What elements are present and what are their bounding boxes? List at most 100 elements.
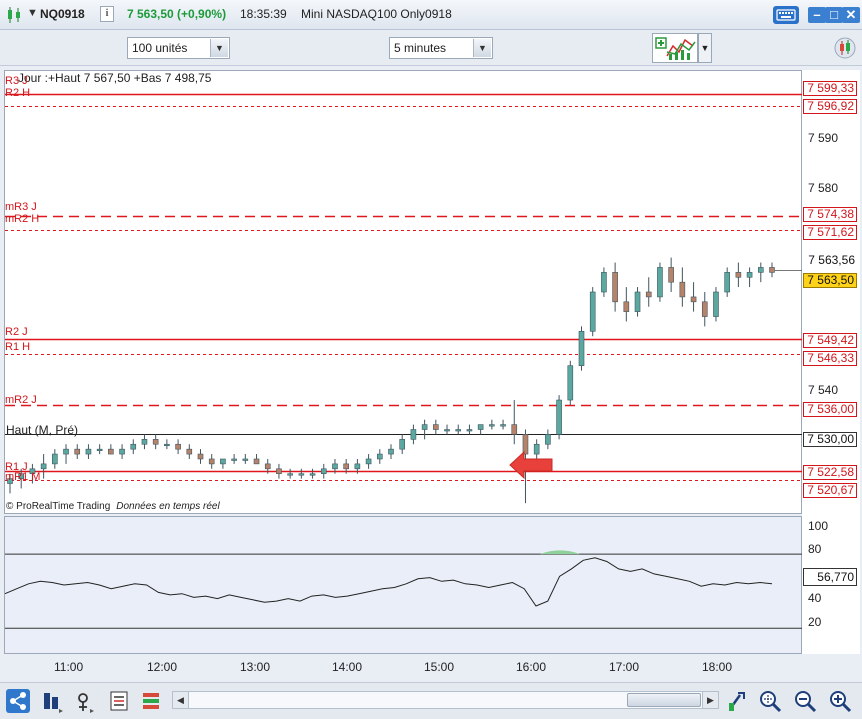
time-tick: 13:00: [240, 660, 271, 674]
chart-canvas: [4, 93, 802, 629]
ind-tick-20: 20: [808, 615, 822, 629]
candle-body: [197, 453, 204, 460]
copyright-text: © ProRealTime Trading: [6, 501, 111, 512]
candle-body: [175, 443, 181, 450]
candle-body: [152, 439, 159, 445]
candle-body: [578, 330, 585, 366]
candle-body: [623, 301, 630, 312]
candle-body: [455, 429, 462, 432]
horizontal-scrollbar[interactable]: ◀ ▶: [172, 691, 719, 709]
candle-body: [208, 458, 215, 465]
candle-body: [96, 448, 103, 451]
ind-tick-80: 80: [808, 542, 822, 556]
time-tick: 17:00: [609, 660, 640, 674]
candle-body: [231, 458, 237, 461]
candle-body: [601, 272, 607, 293]
candle-body: [388, 448, 394, 455]
annotation-arrow: [509, 450, 553, 480]
candle-body: [645, 291, 652, 298]
candle-body: [500, 424, 506, 427]
candle-body: [52, 453, 58, 465]
y-tick-7590: 7 590: [808, 131, 839, 145]
candle-body: [40, 463, 47, 470]
price-tag-r1j: 7 522,58: [803, 465, 857, 480]
copyright-notice: © ProRealTime Trading Données en temps ré…: [6, 501, 220, 512]
price-tag-r3j: 7 599,33: [803, 81, 857, 96]
candle-body: [108, 448, 114, 455]
candle-body: [690, 296, 697, 303]
time-tick: 12:00: [147, 660, 178, 674]
candle-body: [746, 272, 753, 278]
price-tag-mr2j: 7 536,00: [803, 402, 857, 417]
time-tick: 14:00: [332, 660, 363, 674]
candle-body: [757, 267, 764, 273]
candle-body: [410, 429, 417, 440]
price-tag-haut: 7 530,00: [803, 432, 857, 447]
level-label-mr2h: mR2 H: [5, 213, 40, 225]
candle-body: [376, 453, 383, 460]
drawing-tools-icon[interactable]: [74, 689, 98, 713]
candle-body: [735, 272, 742, 278]
scroll-left-icon[interactable]: ◀: [173, 692, 189, 708]
time-tick: 16:00: [516, 660, 547, 674]
candle-body: [276, 468, 282, 475]
candle-body: [421, 424, 428, 430]
candle-body: [63, 448, 69, 455]
share-icon[interactable]: [6, 689, 30, 713]
candle-body: [242, 458, 249, 461]
candle-body: [769, 267, 775, 273]
candle-body: [545, 434, 551, 445]
level-label-mr1m: mR1 M: [5, 471, 41, 483]
level-label-r3j: R3 J: [5, 75, 28, 87]
candle-body: [264, 463, 271, 470]
candle-body: [253, 458, 260, 465]
candle-body: [511, 424, 518, 435]
candle-body: [298, 473, 305, 476]
candle-body: [164, 443, 170, 447]
overbought-fill: [540, 550, 580, 555]
candle-body: [130, 443, 137, 450]
chart-layout-icon[interactable]: [40, 689, 64, 713]
level-label-mr3j: mR3 J: [5, 201, 37, 213]
candle-body: [612, 272, 618, 303]
level-label-mr2j: mR2 J: [5, 394, 37, 406]
candle-body: [556, 399, 562, 435]
y-tick-7580: 7 580: [808, 181, 839, 195]
candle-body: [713, 291, 719, 317]
indicators-list-icon[interactable]: [140, 689, 164, 713]
candle-body: [74, 448, 81, 455]
zoom-area-icon[interactable]: [758, 689, 782, 713]
candle-body: [477, 424, 484, 430]
level-label-r2j: R2 J: [5, 326, 28, 338]
candle-body: [589, 291, 596, 332]
candle-body: [679, 281, 686, 298]
candle-body: [141, 439, 148, 445]
haut-legend: Haut (M, Pré): [6, 423, 79, 437]
zoom-in-icon[interactable]: [828, 689, 852, 713]
ind-tick-100: 100: [808, 519, 829, 533]
candle-body: [186, 448, 193, 455]
candle-body: [332, 463, 338, 470]
scroll-thumb[interactable]: [627, 693, 701, 707]
time-tick: 15:00: [424, 660, 455, 674]
indicator-line: [4, 557, 773, 607]
candle-body: [309, 473, 316, 476]
price-tag-r1h: 7 546,33: [803, 351, 857, 366]
time-tick: 18:00: [702, 660, 733, 674]
time-tick: 11:00: [54, 660, 84, 674]
candle-body: [399, 439, 406, 450]
candle-body: [343, 463, 349, 470]
candle-body: [220, 458, 226, 465]
list-icon[interactable]: [108, 689, 132, 713]
candle-body: [354, 463, 361, 470]
candle-body: [533, 443, 540, 455]
ind-tick-40: 40: [808, 591, 822, 605]
candle-body: [634, 291, 641, 312]
zoom-out-icon[interactable]: [793, 689, 817, 713]
candle-body: [433, 424, 439, 430]
scroll-right-icon[interactable]: ▶: [702, 692, 718, 708]
candle-body: [119, 448, 125, 455]
current-price-label: 7 563,56: [808, 253, 855, 267]
candle-body: [489, 424, 495, 427]
auto-scale-icon[interactable]: [726, 689, 750, 713]
